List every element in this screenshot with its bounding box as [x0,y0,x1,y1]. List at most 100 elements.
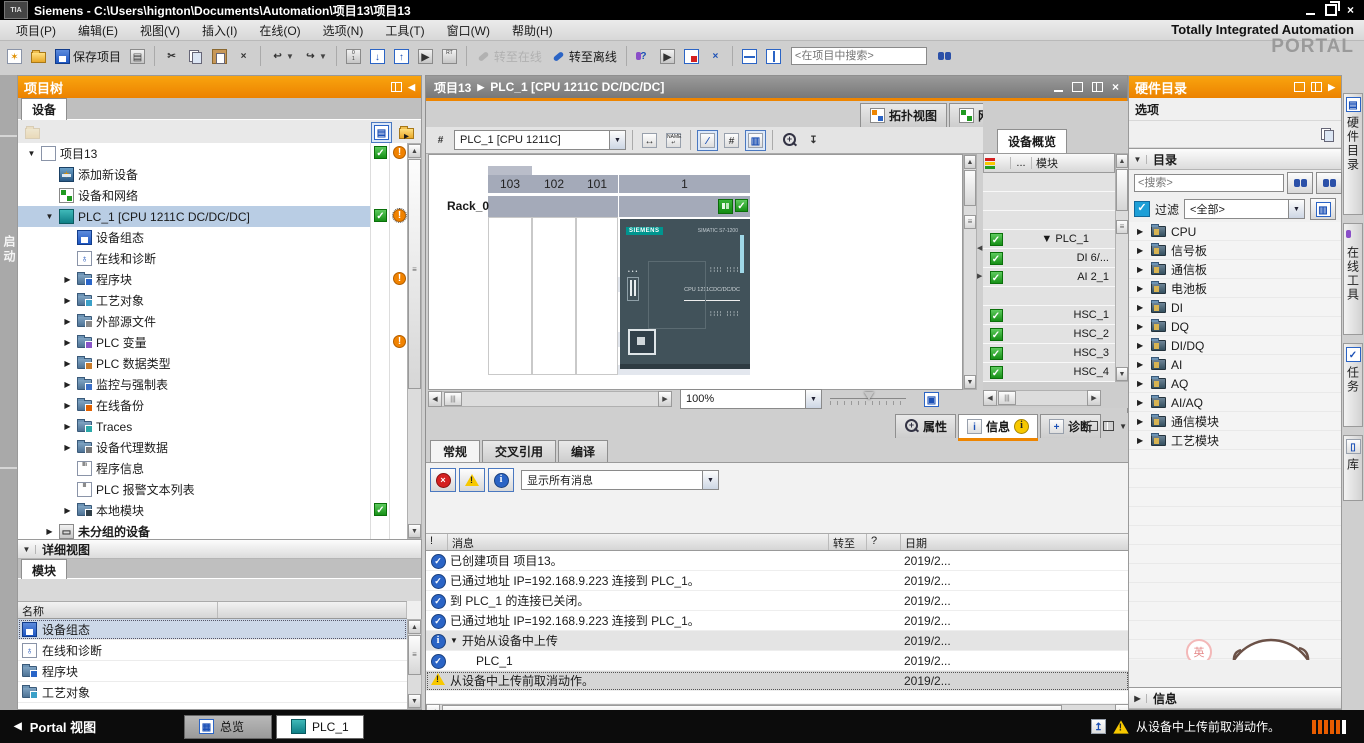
subtab-编译[interactable]: 编译 [558,440,608,462]
expander-icon[interactable]: ▶ [44,527,55,536]
tree-item-[interactable]: ▶▭未分组的设备 [18,521,407,539]
inspector-float-icon[interactable] [1087,421,1098,431]
device-overview-hscroll[interactable]: ◀ ||| ▶ [983,390,1101,406]
side-tab-硬件目录[interactable]: ▤硬件目录 [1343,93,1363,215]
edit-profile-button[interactable]: ▥ [1310,198,1336,220]
message-row[interactable]: ✓已创建项目 项目13。2019/2... [426,551,1129,571]
expander-icon[interactable]: ▶ [1137,379,1146,388]
tree-item-13[interactable]: ▼项目13✓! [18,143,407,164]
overview-row[interactable] [983,211,1115,230]
tree-item-[interactable]: ▶在线备份 [18,395,407,416]
filter-errors-button[interactable]: × [430,468,456,492]
expander-icon[interactable]: ▶ [62,380,73,389]
upload-button[interactable]: ↑ [391,46,412,67]
menu-item-V[interactable]: 视图(V) [130,20,190,41]
overview-row-HSC_3[interactable]: ✓HSC_3 [983,344,1115,363]
catalog-item-DIDQ[interactable]: ▶DI/DQ [1129,336,1341,355]
catalog-section-header[interactable]: ▼目录 [1129,148,1341,170]
column-module[interactable]: 模块 [1032,155,1114,171]
start-cpu-button[interactable]: ▶ [415,46,436,67]
overview-row-HSC_1[interactable]: ✓HSC_1 [983,306,1115,325]
upload-status-icon[interactable]: ↥ [1091,719,1106,734]
resize-button[interactable]: ↔ [639,130,660,151]
message-row[interactable]: ✓到 PLC_1 的连接已关闭。2019/2... [426,591,1129,611]
snap-grid-button[interactable]: # [721,130,742,151]
project-search-input[interactable] [791,47,927,65]
minimize-button[interactable] [1306,3,1315,17]
delete-button[interactable]: × [233,46,254,67]
tree-item-[interactable]: ▶本地模块✓ [18,500,407,521]
detail-row-设备组态[interactable]: 设备组态 [18,619,407,640]
copy-button[interactable] [185,46,206,67]
column-转至[interactable]: 转至 [829,534,867,550]
overview-row[interactable] [983,173,1115,192]
cpu-module-image[interactable]: SIEMENS SIMATIC S7-1200 ••• ¦¦¦¦ ¦¦¦¦ CP… [620,219,750,369]
start-pause-button[interactable]: ▶ [657,46,678,67]
tree-item-[interactable]: ▶设备代理数据 [18,437,407,458]
overview-row-HSC_2[interactable]: ✓HSC_2 [983,325,1115,344]
side-tab-在线工具[interactable]: 在线工具 [1343,223,1363,335]
search-project-button[interactable] [934,46,955,67]
expander-icon[interactable]: ▶ [62,401,73,410]
column-![interactable]: ! [426,534,448,550]
compile-button[interactable]: 0 1 [343,46,364,67]
message-row[interactable]: ✓PLC_12019/2... [426,651,1129,671]
collapse-panel-icon[interactable]: ◀ [408,82,415,93]
column-?[interactable]: ? [867,534,901,550]
expander-icon[interactable]: ▶ [62,422,73,431]
expander-icon[interactable]: ▶ [1137,322,1146,331]
tree-item-[interactable]: 设备组态 [18,227,407,248]
tab-信息[interactable]: i信息i [958,414,1038,438]
tab-拓扑视图[interactable]: 拓扑视图 [860,103,947,127]
expander-icon[interactable]: ▶ [1137,303,1146,312]
go-online-button[interactable]: 转至在线 [473,45,545,68]
portal-side-strip[interactable]: 启动 [0,75,17,710]
expander-icon[interactable]: ▶ [62,296,73,305]
tree-item-[interactable]: ▶工艺对象 [18,290,407,311]
catalog-item-CPU[interactable]: ▶CPU [1129,222,1341,241]
overview-row[interactable] [983,287,1115,306]
subtab-常规[interactable]: 常规 [430,440,480,462]
detail-view-scrollbar[interactable]: ▲ ≡ ▼ [407,619,422,709]
detail-row-工艺对象[interactable]: 工艺对象 [18,682,407,703]
expander-icon[interactable]: ▶ [62,506,73,515]
project-tree-scrollbar[interactable]: ▲ ≡ ▼ [407,143,422,539]
menu-item-W[interactable]: 窗口(W) [437,20,500,41]
zoom-slider[interactable] [830,392,906,406]
tree-item-PLC[interactable]: ▶PLC 数据类型 [18,353,407,374]
go-offline-button[interactable]: 转至离线 [548,45,620,68]
undo-button[interactable]: ↩▼ [267,46,297,67]
expander-icon[interactable]: ▶ [1137,436,1146,445]
catalog-search-input[interactable] [1134,174,1284,192]
overview-row-AI2_1[interactable]: ✓AI 2_1 [983,268,1115,287]
split-vertical-button[interactable] [763,46,784,67]
options-window-icon[interactable] [1320,127,1335,142]
tab-modules[interactable]: 模块 [21,559,67,581]
device-selector[interactable]: PLC_1 [CPU 1211C]▼ [454,130,626,150]
detail-view-header[interactable]: ▼详细视图 [18,539,421,559]
open-reference-button[interactable]: ▸ [396,123,417,142]
tree-item-[interactable]: ✶添加新设备 [18,164,407,185]
splitter-collapse-right-icon[interactable]: ▶ [977,272,982,280]
split-horizontal-button[interactable] [739,46,760,67]
column-name[interactable]: 名称 [18,602,218,618]
side-tab-任务[interactable]: ✓任务 [1343,343,1363,427]
catalog-item-DQ[interactable]: ▶DQ [1129,317,1341,336]
expander-icon[interactable]: ▼ [26,149,37,158]
close-button[interactable]: × [1347,3,1354,17]
restore-button[interactable] [1325,3,1337,17]
editor-float-icon[interactable] [1072,82,1083,92]
catalog-collapse-icon[interactable]: ▶ [1328,82,1335,93]
expander-icon[interactable]: ▶ [62,359,73,368]
expander-icon[interactable]: ▶ [1137,341,1146,350]
tree-item-PLC[interactable]: ▶PLC 变量! [18,332,407,353]
taskbar-button-PLC_1[interactable]: PLC_1 [276,715,364,739]
detail-row-程序块[interactable]: 程序块 [18,661,407,682]
show-columns-button[interactable]: ▥ [745,130,766,151]
catalog-item-AI[interactable]: ▶AI [1129,355,1341,374]
expander-icon[interactable]: ▼ [1041,233,1055,245]
editor-close-icon[interactable]: × [1112,80,1119,94]
catalog-item-[interactable]: ▶通信板 [1129,260,1341,279]
expander-icon[interactable]: ▶ [1137,284,1146,293]
editor-minimize-icon[interactable] [1054,90,1063,92]
